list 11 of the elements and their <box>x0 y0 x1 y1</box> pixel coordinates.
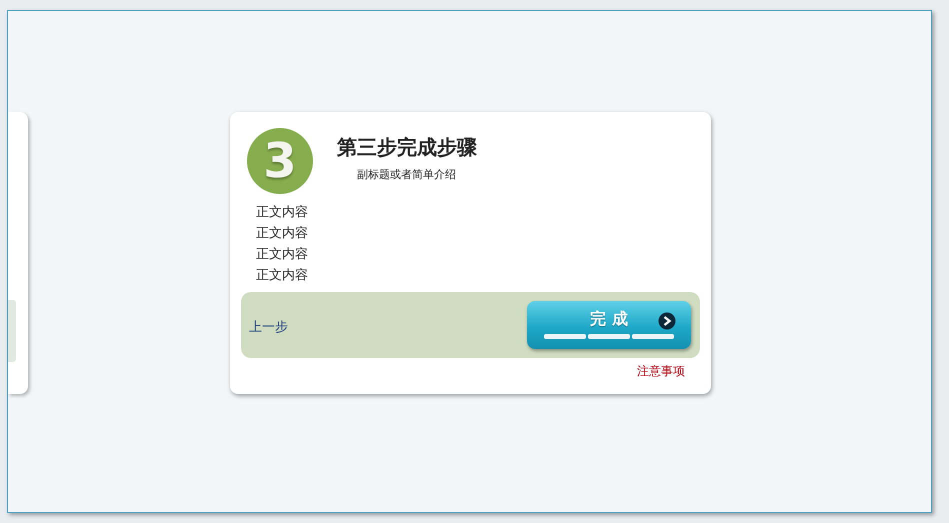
step-title: 第三步完成步骤 <box>337 135 477 159</box>
body-text-line: 正文内容 <box>256 225 308 243</box>
previous-step-link[interactable]: 上一步 <box>249 318 288 338</box>
arrow-circle-icon <box>658 312 676 330</box>
partial-footer-band <box>8 300 16 362</box>
step-number-circle: 3 <box>247 128 313 194</box>
step-subtitle: 副标题或者简单介绍 <box>357 167 457 183</box>
body-text-line: 正文内容 <box>256 204 308 222</box>
notice-link[interactable]: 注意事项 <box>637 362 685 380</box>
body-text-line: 正文内容 <box>256 267 308 285</box>
body-text-line: 正文内容 <box>256 246 308 264</box>
